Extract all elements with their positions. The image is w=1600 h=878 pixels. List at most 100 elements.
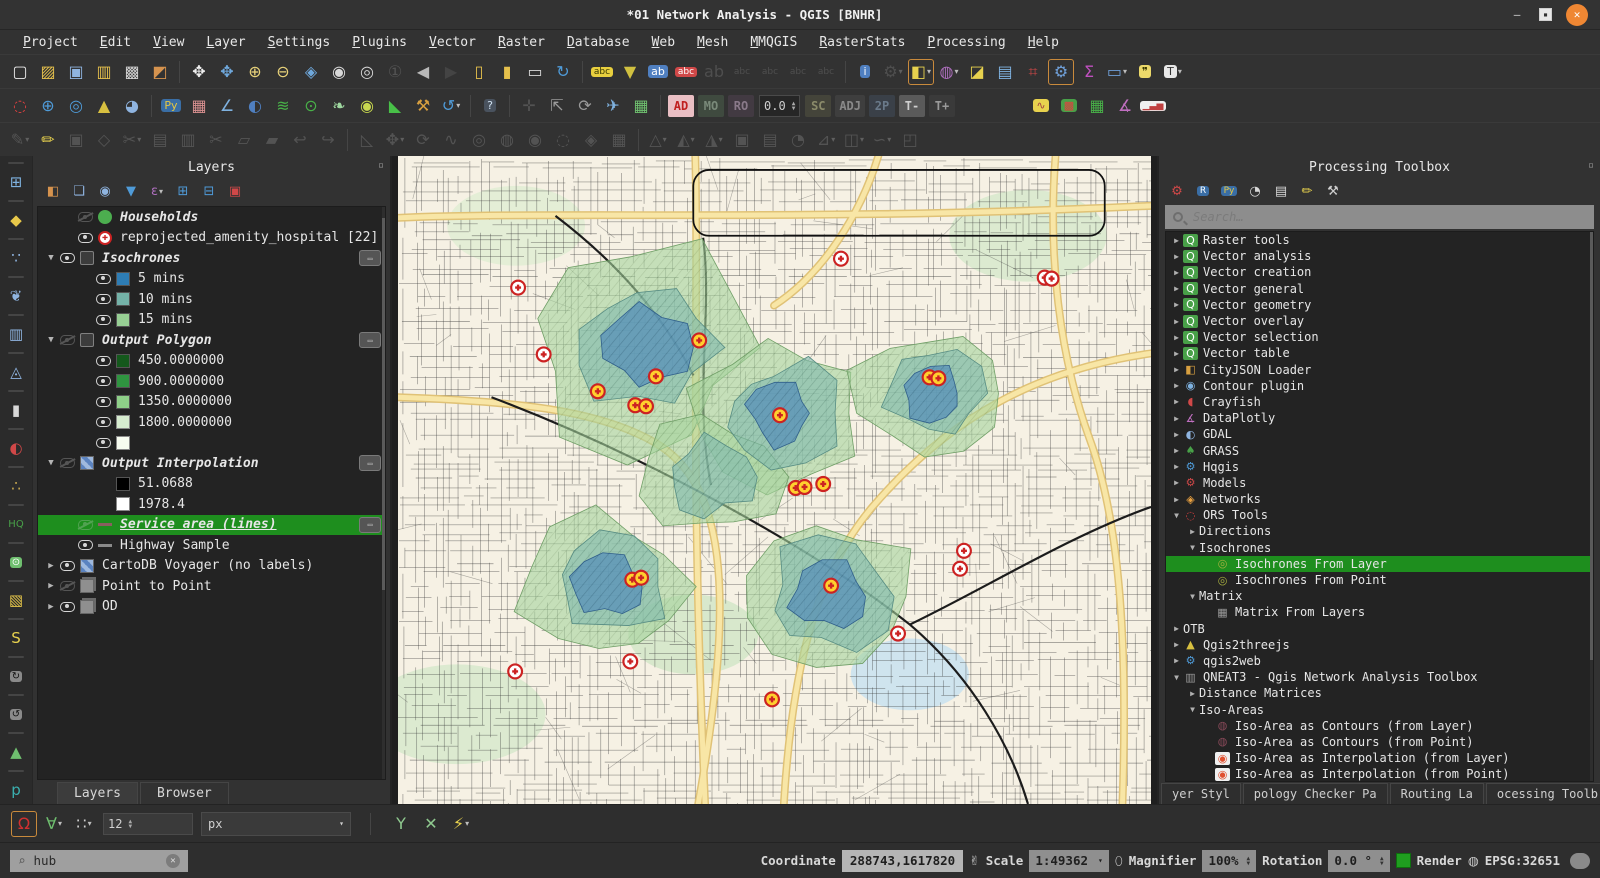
rotate-feature-icon[interactable]: ⟳	[410, 127, 436, 153]
data-source-manager-icon[interactable]: ⊞	[3, 169, 29, 195]
layer-row[interactable]: ▶CartoDB Voyager (no labels)	[38, 556, 385, 577]
extent-toggle-icon[interactable]: ✌	[969, 853, 979, 868]
menu-rasterstats[interactable]: RasterStats	[810, 33, 914, 52]
dataplotly-icon[interactable]: ▦	[186, 93, 212, 119]
sld-icon[interactable]: ▩	[1056, 93, 1082, 119]
copy-features-icon[interactable]: ▱	[231, 127, 257, 153]
tab-layers[interactable]: Layers	[57, 782, 138, 804]
pan-to-selection-icon[interactable]: ✥	[214, 59, 240, 85]
visibility-eye-icon[interactable]	[96, 417, 111, 427]
zoom-in-icon[interactable]: ⊕	[242, 59, 268, 85]
toolbox-item[interactable]: ◍Iso-Area as Contours (from Point)	[1166, 734, 1593, 750]
zoom-to-layer-icon[interactable]: ◎	[354, 59, 380, 85]
add-table-icon[interactable]: ▦	[1084, 93, 1110, 119]
toolbox-search[interactable]	[1165, 205, 1594, 229]
gdrive-icon[interactable]: ▲	[3, 739, 29, 765]
label-options-icon[interactable]: ▼	[617, 59, 643, 85]
layer-indicator-icon[interactable]: ▭	[359, 517, 381, 533]
visibility-eye-icon[interactable]	[60, 458, 75, 468]
add-delimited-icon[interactable]: ∵	[3, 245, 29, 271]
project-properties-icon[interactable]: ▩	[119, 59, 145, 85]
globe-plugin-icon[interactable]: ◐	[242, 93, 268, 119]
toolbox-item[interactable]: ▶QVector general	[1166, 281, 1593, 297]
qgis2threejs-icon[interactable]: ▲	[91, 93, 117, 119]
expander-icon[interactable]: ▼	[44, 335, 58, 345]
expander-icon[interactable]: ▶	[44, 602, 58, 612]
layer-row[interactable]: ▼Output Interpolation▭	[38, 453, 385, 474]
fill-ring-icon[interactable]: ◉	[522, 127, 548, 153]
render-checkbox[interactable]	[1396, 853, 1411, 868]
visibility-eye-icon[interactable]	[78, 212, 93, 222]
snap-units-dropdown[interactable]: px▾	[201, 812, 351, 836]
menu-web[interactable]: Web	[643, 33, 684, 52]
toolbox-item[interactable]: ▶∡DataPlotly	[1166, 410, 1593, 426]
toolbox-item[interactable]: ▶QVector table	[1166, 345, 1593, 361]
delete-ring-icon[interactable]: ◌	[550, 127, 576, 153]
toolbox-item[interactable]: ▶◖Crayfish	[1166, 394, 1593, 410]
simplify-feature-icon[interactable]: ∿	[438, 127, 464, 153]
select-expression-icon[interactable]: ◍▾	[936, 59, 962, 85]
terrain-icon[interactable]: ◣	[382, 93, 408, 119]
osm-place-search-icon[interactable]: ◕	[119, 93, 145, 119]
label-tool1-icon[interactable]: ab	[701, 59, 727, 85]
zoom-full-icon[interactable]: ◈	[298, 59, 324, 85]
plot-icon[interactable]: ∡	[1112, 93, 1138, 119]
new-project-icon[interactable]: ▢	[7, 59, 33, 85]
r-scripts-icon[interactable]: R	[1192, 180, 1214, 202]
toolbox-item[interactable]: ▶QVector creation	[1166, 264, 1593, 280]
add-wms-icon[interactable]: ⊕	[35, 93, 61, 119]
layers-scrollbar[interactable]	[382, 207, 385, 779]
visibility-eye-icon[interactable]	[78, 233, 93, 243]
zoom-out-icon[interactable]: ⊖	[270, 59, 296, 85]
menu-mesh[interactable]: Mesh	[688, 33, 737, 52]
layer-indicator-icon[interactable]: ▭	[359, 455, 381, 471]
expander-icon[interactable]: ▶	[44, 561, 58, 571]
menu-processing[interactable]: Processing	[918, 33, 1014, 52]
remove-layer-icon[interactable]: ▣	[224, 180, 246, 202]
toolbox-item[interactable]: ▼Iso-Areas	[1166, 701, 1593, 717]
layer-row[interactable]: 1800.0000000	[38, 412, 385, 433]
toolbox-item[interactable]: ▶QVector overlay	[1166, 313, 1593, 329]
visibility-eye-icon[interactable]	[96, 294, 111, 304]
hammer-icon[interactable]: ⚒	[410, 93, 436, 119]
trim-extend-icon[interactable]: ⊿▾	[813, 127, 839, 153]
toolbox-item[interactable]: ▶⚙qgis2web	[1166, 653, 1593, 669]
btn-Tminus[interactable]: T-	[899, 95, 925, 117]
snap-geom-icon[interactable]: ◰	[897, 127, 923, 153]
expander-icon[interactable]: ▶	[1170, 430, 1183, 439]
toolbox-item[interactable]: ▶♠GRASS	[1166, 442, 1593, 458]
spin-angle[interactable]: 0.0▲▼	[759, 95, 800, 117]
profile-tool-icon[interactable]: ∠	[214, 93, 240, 119]
layer-row[interactable]	[38, 433, 385, 454]
visibility-eye-icon[interactable]	[60, 602, 75, 612]
expander-icon[interactable]: ▼	[1170, 673, 1183, 682]
collapse-all-icon[interactable]: ⊟	[198, 180, 220, 202]
rotate-label-icon[interactable]: ⟳	[572, 93, 598, 119]
metasearch-icon[interactable]: ◐	[3, 435, 29, 461]
help-icon[interactable]: ?	[477, 93, 503, 119]
bottom-tab-3[interactable]: ocessing Toolb	[1486, 783, 1600, 804]
toolbox-item[interactable]: ▦Matrix From Layers	[1166, 604, 1593, 620]
layer-row[interactable]: 51.0688	[38, 474, 385, 495]
toolbox-search-input[interactable]	[1191, 209, 1586, 225]
menu-project[interactable]: Project	[14, 33, 87, 52]
undo-black-icon[interactable]: ↺	[3, 701, 29, 727]
ors-tools-icon[interactable]: ◌	[7, 93, 33, 119]
bookmark-manager-icon[interactable]: ▭	[522, 59, 548, 85]
expander-icon[interactable]: ▶	[1186, 689, 1199, 698]
zoom-last-icon[interactable]: ◀	[410, 59, 436, 85]
redo-icon[interactable]: ↪	[315, 127, 341, 153]
bottom-tab-2[interactable]: Routing La	[1390, 783, 1484, 804]
menu-mmqgis[interactable]: MMQGIS	[741, 33, 806, 52]
options-icon[interactable]: ⚒	[1322, 180, 1344, 202]
visibility-eye-icon[interactable]	[78, 540, 93, 550]
add-spatialite-icon[interactable]: ❦	[3, 283, 29, 309]
pan-map-icon[interactable]: ✥	[186, 59, 212, 85]
attribute-table-icon[interactable]: ▤	[992, 59, 1018, 85]
reload-icon[interactable]: ↻	[3, 663, 29, 689]
rotation-spinner[interactable]: 0.0 ° ▲▼	[1328, 850, 1389, 872]
panel-float-icon[interactable]: ▫	[1588, 160, 1594, 171]
btn-Tplus[interactable]: T+	[929, 95, 955, 117]
zoom-to-selection-icon[interactable]: ◉	[326, 59, 352, 85]
expander-icon[interactable]: ▶	[1170, 333, 1183, 342]
